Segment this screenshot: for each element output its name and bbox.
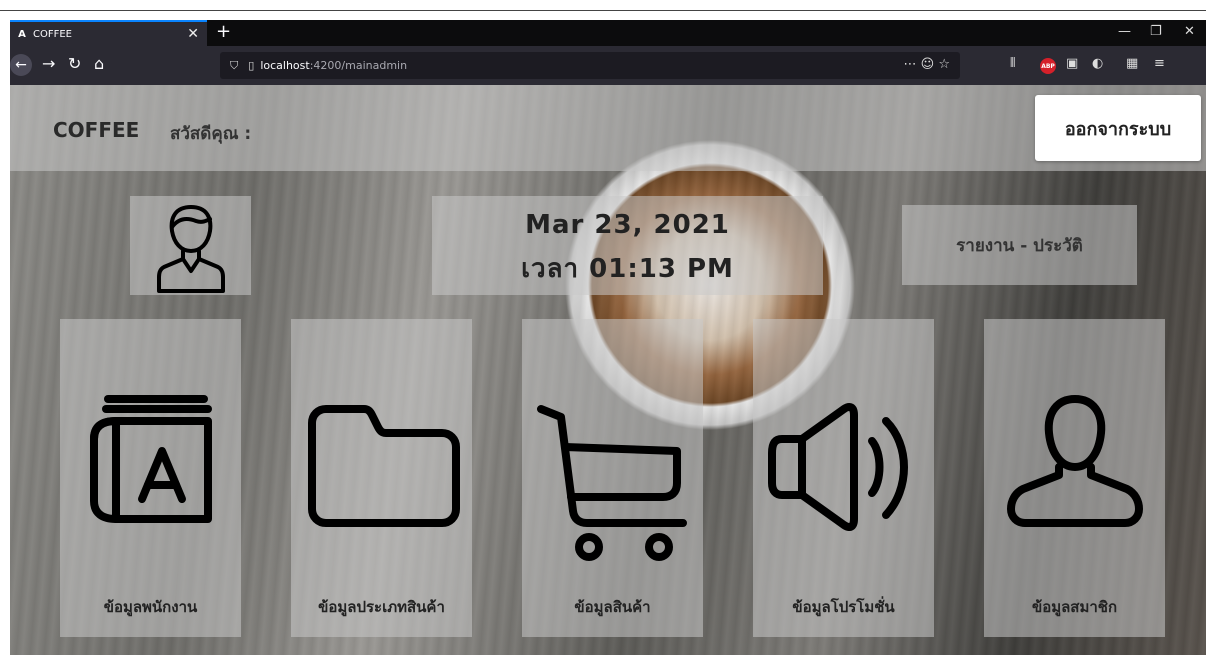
menu-card-member[interactable]: ข้อมูลสมาชิก	[984, 319, 1165, 637]
page-actions-icon[interactable]: ⋯ ☺ ☆	[904, 57, 950, 72]
adblock-icon[interactable]: ABP	[1040, 58, 1056, 74]
tab-coffee[interactable]: A COFFEE ✕	[10, 20, 207, 46]
nav-bar: ← → ↻ ⌂ ⛉ ▯ localhost:4200/mainadmin ⋯ ☺…	[10, 46, 1206, 85]
tab-favicon-icon: A	[18, 28, 26, 40]
grid-extension-icon[interactable]: ▦	[1126, 56, 1138, 71]
close-window-icon[interactable]: ✕	[1184, 24, 1195, 39]
menu-card-label: ข้อมูลประเภทสินค้า	[318, 598, 445, 616]
shield-icon[interactable]: ⛉	[230, 59, 238, 73]
menu-icon[interactable]: ≡	[1154, 56, 1165, 71]
forward-icon[interactable]: →	[42, 54, 55, 74]
menu-card-label: ข้อมูลสมาชิก	[1031, 598, 1118, 616]
url-path: :4200/mainadmin	[309, 59, 408, 72]
minimize-icon[interactable]: —	[1118, 24, 1131, 39]
cart-icon	[536, 405, 687, 561]
tab-title: COFFEE	[33, 28, 72, 40]
profile-avatar[interactable]	[130, 196, 251, 295]
brand-logo[interactable]: COFFEE	[53, 118, 139, 142]
home-icon[interactable]: ⌂	[94, 54, 104, 74]
page-content: COFFEE สวัสดีคุณ : ออกจากระบบ Mar 23, 20…	[10, 85, 1206, 655]
close-tab-icon[interactable]: ✕	[187, 26, 199, 42]
current-date: Mar 23, 2021	[525, 210, 730, 240]
app-header: COFFEE สวัสดีคุณ : ออกจากระบบ	[10, 85, 1206, 171]
reload-icon[interactable]: ↻	[68, 54, 81, 74]
menu-card-category[interactable]: ข้อมูลประเภทสินค้า	[291, 319, 472, 637]
url-host: localhost	[260, 59, 310, 72]
user-icon	[1006, 395, 1143, 527]
speaker-icon	[767, 403, 908, 531]
current-time: เวลา 01:13 PM	[521, 254, 734, 284]
top-border	[0, 0, 1206, 11]
extension-icon[interactable]: ◐	[1092, 56, 1103, 71]
new-tab-icon[interactable]: +	[216, 21, 231, 42]
menu-card-promotion[interactable]: ข้อมูลโปรโมชั่น	[753, 319, 934, 637]
restore-icon[interactable]: ❐	[1150, 24, 1162, 39]
menu-card-product[interactable]: ข้อมูลสินค้า	[522, 319, 703, 637]
tab-bar: A COFFEE ✕ + — ❐ ✕	[10, 20, 1206, 46]
person-icon	[156, 204, 225, 293]
menu-card-label: ข้อมูลสินค้า	[574, 598, 651, 616]
library-icon[interactable]: ⫴	[1010, 56, 1015, 71]
reader-icon[interactable]: ▣	[1066, 56, 1078, 71]
logout-button[interactable]: ออกจากระบบ	[1035, 95, 1201, 161]
menu-card-label: ข้อมูลพนักงาน	[103, 598, 198, 616]
menu-card-label: ข้อมูลโปรโมชั่น	[792, 598, 895, 616]
url-bar[interactable]: ⛉ ▯ localhost:4200/mainadmin ⋯ ☺ ☆	[220, 52, 960, 79]
page-icon: ▯	[248, 59, 255, 72]
browser-window: A COFFEE ✕ + — ❐ ✕ ← → ↻ ⌂ ⛉ ▯ localhost…	[10, 20, 1206, 655]
address-book-icon	[89, 395, 212, 523]
back-icon[interactable]: ←	[10, 54, 32, 76]
greeting-text: สวัสดีคุณ :	[170, 124, 252, 144]
report-history-button[interactable]: รายงาน - ประวัติ	[902, 205, 1137, 285]
folder-icon	[307, 405, 460, 527]
menu-card-employee[interactable]: ข้อมูลพนักงาน	[60, 319, 241, 637]
datetime-panel: Mar 23, 2021 เวลา 01:13 PM	[432, 196, 823, 295]
